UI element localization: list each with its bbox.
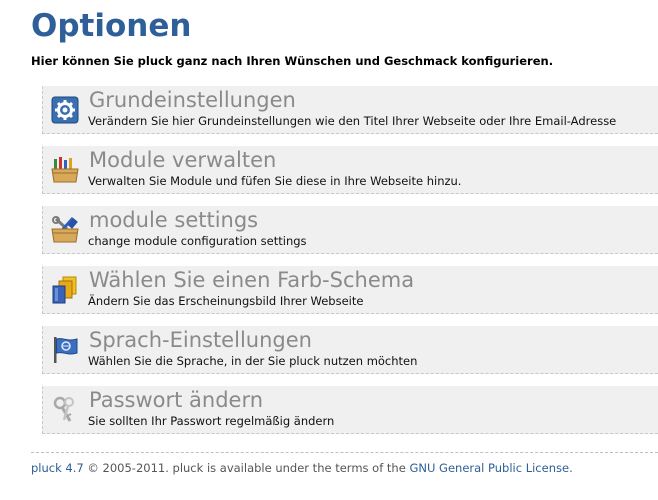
option-manage-modules[interactable]: Module verwalten Verwalten Sie Module un… [42, 146, 658, 194]
option-title: Sprach-Einstellungen [89, 328, 312, 352]
pluck-version-link[interactable]: pluck 4.7 [31, 461, 84, 475]
option-change-password[interactable]: Passwort ändern Sie sollten Ihr Passwort… [42, 386, 658, 434]
gear-icon [51, 96, 79, 124]
module-tools-icon [51, 216, 79, 244]
color-scheme-icon [51, 276, 79, 304]
keys-icon [51, 396, 79, 424]
option-description: Ändern Sie das Erscheinungsbild Ihrer We… [88, 294, 364, 308]
option-title: module settings [89, 208, 259, 232]
option-title: Grundeinstellungen [89, 88, 296, 112]
option-title: Wählen Sie einen Farb-Schema [89, 268, 415, 292]
module-box-icon [51, 156, 79, 184]
option-title: Passwort ändern [89, 388, 264, 412]
option-description: Verändern Sie hier Grundeinstellungen wi… [88, 114, 617, 128]
option-general-settings[interactable]: Grundeinstellungen Verändern Sie hier Gr… [42, 86, 658, 134]
option-language-settings[interactable]: Sprach-Einstellungen Wählen Sie die Spra… [42, 326, 658, 374]
option-description: change module configuration settings [88, 234, 307, 248]
page-title: Optionen [31, 8, 192, 44]
page-subtitle: Hier können Sie pluck ganz nach Ihren Wü… [31, 54, 554, 68]
option-description: Sie sollten Ihr Passwort regelmäßig ände… [88, 414, 335, 428]
option-description: Verwalten Sie Module und füfen Sie diese… [88, 174, 462, 188]
footer-period: . [569, 461, 573, 475]
language-flag-icon [51, 336, 79, 364]
option-title: Module verwalten [89, 148, 277, 172]
license-link[interactable]: GNU General Public License [409, 461, 569, 475]
option-module-settings[interactable]: module settings change module configurat… [42, 206, 658, 254]
copyright-text: © 2005-2011. pluck is available under th… [83, 461, 410, 475]
option-color-scheme[interactable]: Wählen Sie einen Farb-Schema Ändern Sie … [42, 266, 658, 314]
footer: pluck 4.7 © 2005-2011. pluck is availabl… [31, 461, 573, 475]
option-description: Wählen Sie die Sprache, in der Sie pluck… [88, 354, 418, 368]
footer-divider [31, 452, 658, 453]
options-list: Grundeinstellungen Verändern Sie hier Gr… [42, 86, 658, 446]
